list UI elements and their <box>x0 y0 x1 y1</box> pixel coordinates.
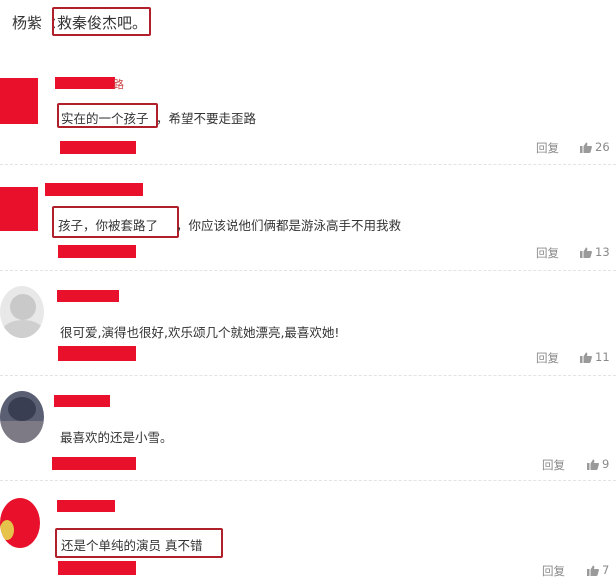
avatar[interactable] <box>0 391 44 443</box>
comment-text-rest: ，你应该说他们俩都是游泳高手不用我救 <box>176 218 402 233</box>
thumbs-up-icon <box>587 565 599 576</box>
like-button[interactable]: 26 <box>580 140 610 154</box>
like-button[interactable]: 11 <box>580 350 610 364</box>
avatar[interactable] <box>0 78 38 124</box>
reply-button[interactable]: 回复 <box>542 457 565 473</box>
like-count: 26 <box>595 140 610 154</box>
timestamp-redacted <box>58 245 136 258</box>
thumbs-up-icon <box>580 247 592 258</box>
commenter-name-redacted[interactable] <box>55 77 115 89</box>
reply-button[interactable]: 回复 <box>536 140 559 156</box>
avatar[interactable] <box>0 187 38 231</box>
comment-text-highlight: 孩子，你被套路了 <box>58 218 159 233</box>
commenter-name-fragment: 路 <box>113 78 124 91</box>
commenter-name-redacted[interactable] <box>57 290 119 302</box>
reply-button[interactable]: 回复 <box>542 563 565 579</box>
avatar[interactable] <box>0 498 40 548</box>
commenter-name-redacted[interactable] <box>45 183 143 196</box>
timestamp-redacted <box>52 457 136 470</box>
like-button[interactable]: 9 <box>587 457 609 471</box>
header-username[interactable]: 杨紫 <box>12 12 42 33</box>
timestamp-redacted <box>58 561 136 575</box>
reply-button[interactable]: 回复 <box>536 350 559 366</box>
header-comment-text: 救秦俊杰吧。 <box>57 14 148 32</box>
like-count: 7 <box>602 563 610 577</box>
divider <box>0 270 616 271</box>
timestamp-redacted <box>60 141 136 154</box>
timestamp-redacted <box>58 346 136 361</box>
comment-item-2: 孩子，你被套路了 ，你应该说他们俩都是游泳高手不用我救 回复 13 <box>0 175 616 270</box>
reply-button[interactable]: 回复 <box>536 245 559 261</box>
comment-item-3: 很可爱,演得也很好,欢乐颂几个就她漂亮,最喜欢她! 回复 11 <box>0 280 616 375</box>
divider <box>0 164 616 165</box>
comment-text-rest: ，希望不要走歪路 <box>156 111 257 126</box>
like-count: 13 <box>595 245 610 259</box>
comment-item-1: 路 实在的一个孩子 ，希望不要走歪路 回复 26 <box>0 70 616 165</box>
divider <box>0 375 616 376</box>
like-button[interactable]: 13 <box>580 245 610 259</box>
like-count: 9 <box>602 457 610 471</box>
avatar[interactable] <box>0 286 44 338</box>
comment-item-5: 还是个单纯的演员 真不错 回复 7 <box>0 488 616 581</box>
like-button[interactable]: 7 <box>587 563 609 577</box>
comment-text: 很可爱,演得也很好,欢乐颂几个就她漂亮,最喜欢她! <box>60 325 340 340</box>
comment-text: 还是个单纯的演员 真不错 <box>61 538 203 553</box>
commenter-name-redacted[interactable] <box>57 500 115 512</box>
comment-text: 最喜欢的还是小雪。 <box>60 430 173 445</box>
comment-text-highlight: 实在的一个孩子 <box>61 111 149 126</box>
thumbs-up-icon <box>580 352 592 363</box>
commenter-name-redacted[interactable] <box>54 395 110 407</box>
like-count: 11 <box>595 350 610 364</box>
divider <box>0 480 616 481</box>
comment-item-4: 最喜欢的还是小雪。 回复 9 <box>0 385 616 480</box>
thumbs-up-icon <box>580 142 592 153</box>
thumbs-up-icon <box>587 459 599 470</box>
